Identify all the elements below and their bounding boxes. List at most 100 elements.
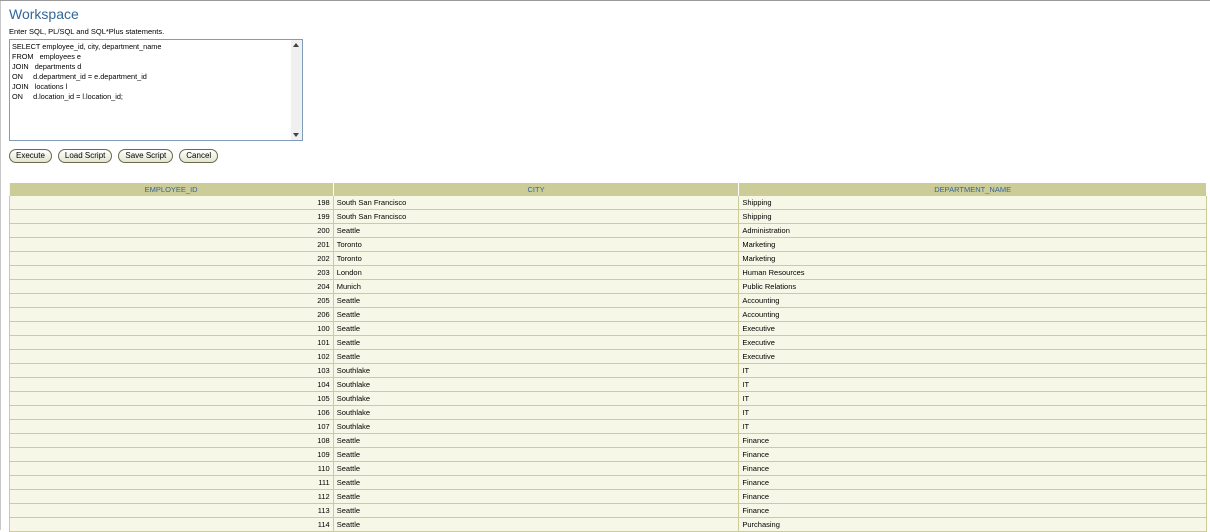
cell-employee-id: 110: [9, 461, 334, 476]
cell-employee-id: 100: [9, 321, 334, 336]
cell-employee-id: 107: [9, 419, 334, 434]
execute-button[interactable]: Execute: [9, 149, 52, 163]
cell-department-name: IT: [738, 405, 1207, 420]
load-script-button[interactable]: Load Script: [57, 149, 113, 163]
scroll-up-icon[interactable]: [293, 43, 299, 47]
table-row: 206 Seattle Accounting: [9, 307, 1207, 322]
column-header-city[interactable]: CITY: [333, 183, 740, 196]
cell-city: Seattle: [333, 293, 740, 308]
cell-department-name: Executive: [738, 321, 1207, 336]
column-header-department-name[interactable]: DEPARTMENT_NAME: [738, 183, 1207, 196]
table-row: 107 Southlake IT: [9, 419, 1207, 434]
page-left-border: [0, 1, 1, 530]
cell-city: Southlake: [333, 377, 740, 392]
cell-department-name: Shipping: [738, 209, 1207, 224]
table-row: 112 Seattle Finance: [9, 489, 1207, 504]
column-header-employee-id[interactable]: EMPLOYEE_ID: [9, 183, 334, 196]
cell-department-name: Finance: [738, 433, 1207, 448]
save-script-button[interactable]: Save Script: [118, 149, 174, 163]
cell-employee-id: 198: [9, 196, 334, 210]
cell-employee-id: 108: [9, 433, 334, 448]
cell-department-name: Administration: [738, 223, 1207, 238]
cell-employee-id: 202: [9, 251, 334, 266]
cell-city: South San Francisco: [333, 196, 740, 210]
cell-city: Seattle: [333, 503, 740, 518]
cell-department-name: Marketing: [738, 237, 1207, 252]
cell-employee-id: 102: [9, 349, 334, 364]
cell-employee-id: 200: [9, 223, 334, 238]
cell-employee-id: 105: [9, 391, 334, 406]
table-row: 111 Seattle Finance: [9, 475, 1207, 490]
cell-employee-id: 199: [9, 209, 334, 224]
action-toolbar: Execute Load Script Save Script Cancel: [9, 149, 219, 163]
cell-city: Munich: [333, 279, 740, 294]
cell-city: Seattle: [333, 321, 740, 336]
cell-department-name: IT: [738, 419, 1207, 434]
cell-city: South San Francisco: [333, 209, 740, 224]
cell-employee-id: 113: [9, 503, 334, 518]
cell-department-name: Purchasing: [738, 517, 1207, 532]
cell-department-name: Accounting: [738, 307, 1207, 322]
table-row: 108 Seattle Finance: [9, 433, 1207, 448]
cell-department-name: Finance: [738, 461, 1207, 476]
cell-department-name: Finance: [738, 475, 1207, 490]
sql-editor-text[interactable]: SELECT employee_id, city, department_nam…: [12, 42, 290, 102]
cell-city: Seattle: [333, 475, 740, 490]
cell-city: Southlake: [333, 405, 740, 420]
cell-employee-id: 106: [9, 405, 334, 420]
cell-city: Seattle: [333, 223, 740, 238]
cell-city: Seattle: [333, 447, 740, 462]
cell-department-name: Finance: [738, 489, 1207, 504]
instructions-label: Enter SQL, PL/SQL and SQL*Plus statement…: [9, 27, 165, 36]
cell-city: Southlake: [333, 391, 740, 406]
cell-department-name: Public Relations: [738, 279, 1207, 294]
cell-employee-id: 114: [9, 517, 334, 532]
table-row: 198 South San Francisco Shipping: [9, 196, 1207, 210]
cell-city: Seattle: [333, 489, 740, 504]
cell-city: Southlake: [333, 363, 740, 378]
cell-department-name: Accounting: [738, 293, 1207, 308]
cell-department-name: Finance: [738, 503, 1207, 518]
cancel-button[interactable]: Cancel: [179, 149, 219, 163]
cell-city: Seattle: [333, 433, 740, 448]
cell-employee-id: 111: [9, 475, 334, 490]
cell-employee-id: 109: [9, 447, 334, 462]
cell-employee-id: 104: [9, 377, 334, 392]
table-row: 101 Seattle Executive: [9, 335, 1207, 350]
cell-city: Seattle: [333, 349, 740, 364]
cell-city: Seattle: [333, 307, 740, 322]
results-body: 198 South San Francisco Shipping 199 South S…: [9, 196, 1207, 532]
cell-department-name: Executive: [738, 349, 1207, 364]
cell-employee-id: 112: [9, 489, 334, 504]
table-row: 103 Southlake IT: [9, 363, 1207, 378]
cell-employee-id: 101: [9, 335, 334, 350]
cell-employee-id: 201: [9, 237, 334, 252]
table-row: 100 Seattle Executive: [9, 321, 1207, 336]
table-row: 113 Seattle Finance: [9, 503, 1207, 518]
table-row: 199 South San Francisco Shipping: [9, 209, 1207, 224]
editor-scrollbar[interactable]: [291, 40, 302, 140]
cell-city: Southlake: [333, 419, 740, 434]
cell-department-name: Finance: [738, 447, 1207, 462]
cell-employee-id: 206: [9, 307, 334, 322]
scroll-down-icon[interactable]: [293, 133, 299, 137]
cell-department-name: Human Resources: [738, 265, 1207, 280]
cell-employee-id: 203: [9, 265, 334, 280]
results-header-row: EMPLOYEE_ID CITY DEPARTMENT_NAME: [9, 183, 1207, 196]
table-row: 102 Seattle Executive: [9, 349, 1207, 364]
table-row: 106 Southlake IT: [9, 405, 1207, 420]
cell-employee-id: 205: [9, 293, 334, 308]
cell-department-name: IT: [738, 391, 1207, 406]
cell-city: Toronto: [333, 237, 740, 252]
cell-department-name: IT: [738, 363, 1207, 378]
table-row: 201 Toronto Marketing: [9, 237, 1207, 252]
cell-city: Seattle: [333, 335, 740, 350]
table-row: 109 Seattle Finance: [9, 447, 1207, 462]
table-row: 202 Toronto Marketing: [9, 251, 1207, 266]
cell-city: Seattle: [333, 461, 740, 476]
table-row: 205 Seattle Accounting: [9, 293, 1207, 308]
table-row: 204 Munich Public Relations: [9, 279, 1207, 294]
sql-editor[interactable]: SELECT employee_id, city, department_nam…: [9, 39, 303, 141]
cell-city: Toronto: [333, 251, 740, 266]
table-row: 200 Seattle Administration: [9, 223, 1207, 238]
